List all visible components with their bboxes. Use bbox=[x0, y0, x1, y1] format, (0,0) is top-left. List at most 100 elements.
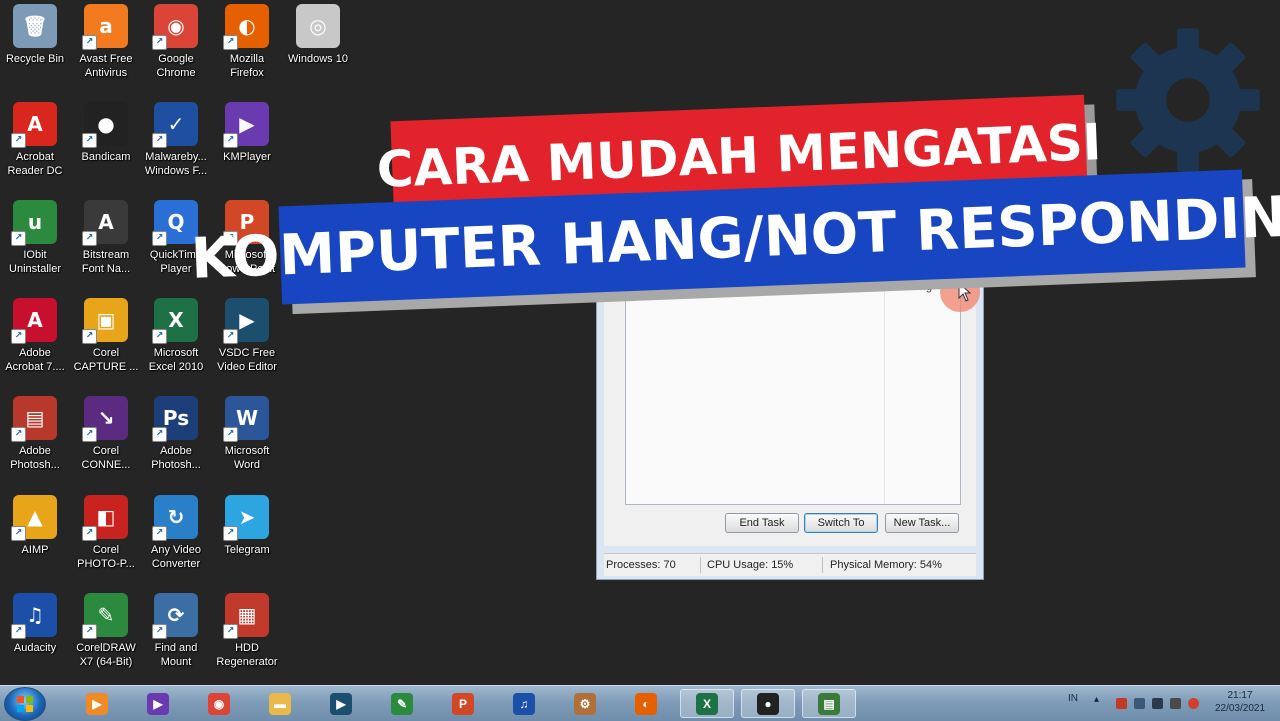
corel-photopaint-icon: ◧ ↗ bbox=[82, 495, 128, 541]
applications-list[interactable]: ... Running bbox=[625, 271, 980, 505]
language-indicator[interactable]: IN bbox=[1068, 693, 1078, 704]
start-button[interactable] bbox=[4, 687, 46, 721]
volume-icon[interactable] bbox=[1170, 698, 1181, 709]
taskbar-item-powerpoint[interactable]: P bbox=[436, 689, 490, 718]
corel-capture-icon: ▣ ↗ bbox=[82, 298, 128, 344]
desktop-icon-coreldraw[interactable]: ✎ ↗ CorelDRAW X7 (64-Bit) bbox=[70, 591, 142, 669]
action-center-icon[interactable] bbox=[1134, 698, 1145, 709]
desktop-icon-photoshop-a[interactable]: ▤ ↗ Adobe Photosh... bbox=[0, 394, 71, 472]
cpu-usage: CPU Usage: 15% bbox=[707, 559, 794, 571]
desktop-icon-adobe-acrobat7[interactable]: A ↗ Adobe Acrobat 7.... bbox=[0, 296, 71, 374]
desktop-icon-label: Avast Free Antivirus bbox=[79, 53, 133, 79]
desktop-icon-avast[interactable]: a ↗ Avast Free Antivirus bbox=[70, 2, 142, 80]
desktop-icon-hdd-regenerator[interactable]: ▦ ↗ HDD Regenerator bbox=[211, 591, 283, 669]
desktop-icon-label: Bitstream Font Na... bbox=[81, 249, 131, 275]
desktop-icon-label: Adobe Photosh... bbox=[151, 445, 201, 471]
shortcut-arrow-icon: ↗ bbox=[223, 427, 238, 442]
desktop-icon-label: KMPlayer bbox=[223, 151, 271, 163]
shortcut-arrow-icon: ↗ bbox=[82, 35, 97, 50]
desktop-icon-bandicam[interactable]: ● ↗ Bandicam bbox=[70, 100, 142, 164]
column-divider bbox=[884, 272, 885, 504]
tray-alert-icon[interactable] bbox=[1188, 698, 1199, 709]
desktop-icon-recycle-bin[interactable]: 🗑 Recycle Bin bbox=[0, 2, 71, 66]
shortcut-arrow-icon: ↗ bbox=[11, 231, 26, 246]
desktop-icon-aimp[interactable]: ▲ ↗ AIMP bbox=[0, 493, 71, 557]
desktop-icon-acrobat-dc[interactable]: A ↗ Acrobat Reader DC bbox=[0, 100, 71, 178]
desktop-icon-label: Find and Mount bbox=[154, 642, 198, 668]
taskbar-item-task-manager[interactable]: ▤ bbox=[802, 689, 856, 718]
taskbar-item-audacity[interactable]: ♫ bbox=[497, 689, 551, 718]
desktop-icon-corel-capture[interactable]: ▣ ↗ Corel CAPTURE ... bbox=[70, 296, 142, 374]
taskbar-item-kmplayer[interactable]: ▶ bbox=[131, 689, 185, 718]
tray-app-icon[interactable] bbox=[1116, 698, 1127, 709]
desktop-icon-kmplayer[interactable]: ▶ ↗ KMPlayer bbox=[211, 100, 283, 164]
shortcut-arrow-icon: ↗ bbox=[82, 427, 97, 442]
chrome-icon: ◉ ↗ bbox=[152, 4, 198, 50]
folder-icon: ▬ bbox=[269, 692, 291, 715]
taskbar-item-chrome[interactable]: ◉ bbox=[192, 689, 246, 718]
taskbar-item-excel[interactable]: X bbox=[680, 689, 734, 718]
desktop-icon-label: Adobe Photosh... bbox=[10, 445, 60, 471]
shortcut-arrow-icon: ↗ bbox=[82, 526, 97, 541]
desktop-icon-excel[interactable]: X ↗ Microsoft Excel 2010 bbox=[140, 296, 212, 374]
desktop-icon-firefox[interactable]: ◐ ↗ Mozilla Firefox bbox=[211, 2, 283, 80]
desktop-icon-corel-connect[interactable]: ↘ ↗ Corel CONNE... bbox=[70, 394, 142, 472]
shortcut-arrow-icon: ↗ bbox=[152, 35, 167, 50]
desktop-icon-telegram[interactable]: ➤ ↗ Telegram bbox=[211, 493, 283, 557]
shortcut-arrow-icon: ↗ bbox=[152, 231, 167, 246]
desktop-icon-corel-photopaint[interactable]: ◧ ↗ Corel PHOTO-P... bbox=[70, 493, 142, 571]
chrome-icon: ◉ bbox=[208, 692, 230, 715]
new-task-button[interactable]: New Task... bbox=[885, 513, 959, 533]
desktop-icon-label: Bandicam bbox=[81, 151, 131, 163]
acrobat-reader-icon: A ↗ bbox=[11, 102, 57, 148]
taskbar-item-vsdc[interactable]: ▶ bbox=[314, 689, 368, 718]
end-task-button[interactable]: End Task bbox=[725, 513, 799, 533]
word-icon: W ↗ bbox=[223, 396, 269, 442]
shortcut-arrow-icon: ↗ bbox=[223, 526, 238, 541]
desktop-icon-word[interactable]: W ↗ Microsoft Word bbox=[211, 394, 283, 472]
desktop-icon-photoshop-b[interactable]: Ps ↗ Adobe Photosh... bbox=[140, 394, 212, 472]
desktop-icon-bitstream[interactable]: A ↗ Bitstream Font Na... bbox=[70, 198, 142, 276]
kmplayer-icon: ▶ ↗ bbox=[223, 102, 269, 148]
show-hidden-icons-icon[interactable]: ▴ bbox=[1094, 694, 1099, 705]
network-icon[interactable] bbox=[1152, 698, 1163, 709]
excel-icon: X ↗ bbox=[152, 298, 198, 344]
bitstream-font-icon: A ↗ bbox=[82, 200, 128, 246]
taskbar-item-explorer[interactable]: ▬ bbox=[253, 689, 307, 718]
desktop-icon-chrome[interactable]: ◉ ↗ Google Chrome bbox=[140, 2, 212, 80]
taskbar-item-coreldraw[interactable]: ✎ bbox=[375, 689, 429, 718]
desktop-icon-find-and-mount[interactable]: ⟳ ↗ Find and Mount bbox=[140, 591, 212, 669]
desktop-icon-vsdc[interactable]: ▶ ↗ VSDC Free Video Editor bbox=[211, 296, 283, 374]
coreldraw-icon: ✎ ↗ bbox=[82, 593, 128, 639]
taskbar-item-tool[interactable]: ⚙ bbox=[558, 689, 612, 718]
desktop-icon-windows10[interactable]: ◎ Windows 10 bbox=[282, 2, 354, 66]
desktop-icon-label: HDD Regenerator bbox=[216, 642, 278, 668]
taskbar-item-bandicam[interactable]: ● bbox=[741, 689, 795, 718]
vsdc-icon: ▶ ↗ bbox=[223, 298, 269, 344]
gear-icon bbox=[1116, 28, 1260, 172]
tool-icon: ⚙ bbox=[574, 692, 596, 715]
aimp-icon: ▲ ↗ bbox=[11, 495, 57, 541]
taskbar-item-firefox[interactable]: ◐ bbox=[619, 689, 673, 718]
desktop-icon-malwarebytes[interactable]: ✓ ↗ Malwareby... Windows F... bbox=[140, 100, 212, 178]
shortcut-arrow-icon: ↗ bbox=[152, 526, 167, 541]
switch-to-button[interactable]: Switch To bbox=[804, 513, 878, 533]
desktop-icon-iobit[interactable]: u ↗ IObit Uninstaller bbox=[0, 198, 71, 276]
clock-time: 21:17 bbox=[1227, 690, 1253, 701]
clock[interactable]: 21:17 22/03/2021 bbox=[1205, 689, 1275, 715]
shortcut-arrow-icon: ↗ bbox=[223, 133, 238, 148]
shortcut-arrow-icon: ↗ bbox=[82, 329, 97, 344]
disc-image-icon: ◎ bbox=[296, 4, 340, 48]
task-manager-icon: ▤ bbox=[818, 692, 840, 715]
desktop-icon-label: Malwareby... Windows F... bbox=[144, 151, 208, 177]
kmplayer-icon: ▶ bbox=[147, 692, 169, 715]
video-converter-icon: ↻ ↗ bbox=[152, 495, 198, 541]
acrobat-icon: A ↗ bbox=[11, 298, 57, 344]
taskbar-item-media-player[interactable]: ▶ bbox=[70, 689, 124, 718]
desktop-icon-label: Mozilla Firefox bbox=[229, 53, 265, 79]
recycle-bin-icon: 🗑 bbox=[13, 4, 57, 48]
processes-count: Processes: 70 bbox=[606, 559, 676, 571]
desktop-icon-any-video-converter[interactable]: ↻ ↗ Any Video Converter bbox=[140, 493, 212, 571]
desktop-icon-audacity[interactable]: ♫ ↗ Audacity bbox=[0, 591, 71, 655]
status-bar: Processes: 70 CPU Usage: 15% Physical Me… bbox=[604, 553, 976, 576]
